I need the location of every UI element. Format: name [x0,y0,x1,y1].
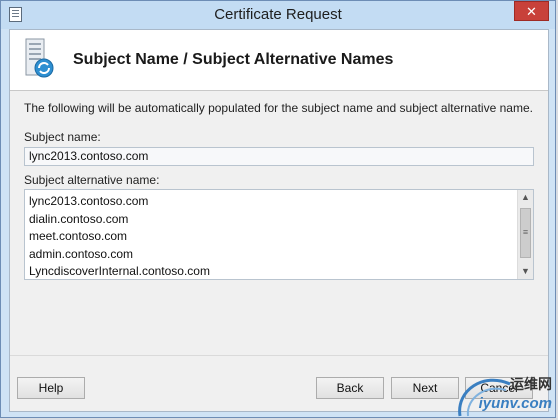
list-scrollbar[interactable]: ▲ ≡ ▼ [517,190,533,279]
scroll-up-arrow-icon[interactable]: ▲ [518,190,533,205]
scroll-thumb[interactable]: ≡ [520,208,531,258]
watermark-top-text: 运维网 [510,376,552,392]
alt-name-list-item[interactable]: dialin.contoso.com [29,211,210,229]
watermark-logo: 运维网 iyunv.com [454,370,558,420]
certificate-request-window: Certificate Request ✕ Subject Name / Sub… [0,0,556,418]
window-title: Certificate Request [214,6,342,23]
watermark-bottom-text: iyunv.com [478,395,552,412]
subject-name-field[interactable]: lync2013.contoso.com [24,147,534,166]
description-text: The following will be automatically popu… [24,101,533,115]
dialog-body: Subject Name / Subject Alternative Names… [9,29,549,412]
alt-name-list-item[interactable]: LyncdiscoverInternal.contoso.com [29,263,210,281]
alt-name-list-item[interactable]: meet.contoso.com [29,228,210,246]
next-button[interactable]: Next [391,377,459,399]
wizard-header: Subject Name / Subject Alternative Names [10,30,548,91]
close-icon: ✕ [526,4,537,19]
subject-alt-name-label: Subject alternative name: [24,173,160,187]
subject-alt-name-list[interactable]: lync2013.contoso.com dialin.contoso.com me… [24,189,534,280]
scroll-down-arrow-icon[interactable]: ▼ [518,264,533,279]
alt-name-list-item[interactable]: admin.contoso.com [29,246,210,264]
close-button[interactable]: ✕ [514,1,549,21]
page-title: Subject Name / Subject Alternative Names [73,51,394,68]
alt-name-items: lync2013.contoso.com dialin.contoso.com me… [29,193,210,281]
subject-name-label: Subject name: [24,130,101,144]
certificate-server-icon [22,38,54,80]
alt-name-list-item[interactable]: lync2013.contoso.com [29,193,210,211]
title-bar[interactable]: Certificate Request ✕ [1,1,555,29]
back-button[interactable]: Back [316,377,384,399]
help-button[interactable]: Help [17,377,85,399]
footer-divider [10,355,548,356]
